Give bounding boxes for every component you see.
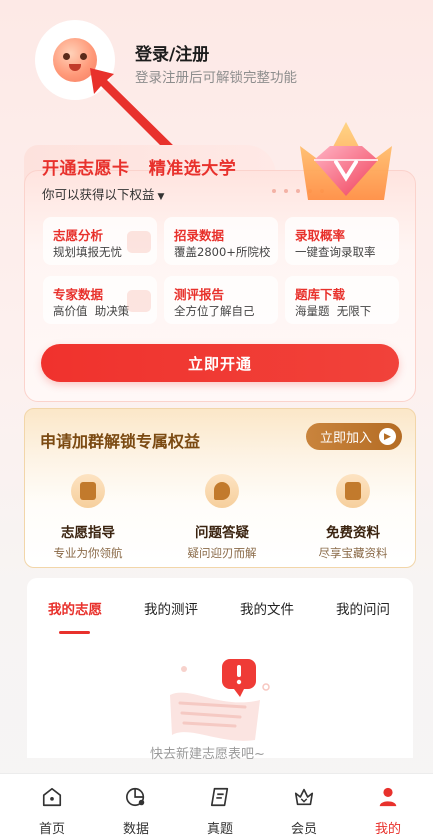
nav-item-vip[interactable]: 会员: [274, 774, 334, 840]
tab-my-questions[interactable]: 我的问问: [336, 598, 390, 618]
feature-expert-data[interactable]: 专家数据 高价值 助决策: [43, 276, 157, 324]
tab-active-indicator: [59, 631, 90, 634]
tab-my-files[interactable]: 我的文件: [240, 598, 294, 618]
vip-card-title: 开通志愿卡 精准选大学: [42, 159, 237, 179]
nav-item-data[interactable]: 数据: [106, 774, 166, 840]
join-group-button[interactable]: 立即加入 ▶: [306, 423, 402, 450]
perk-title: 志愿指导: [61, 525, 115, 541]
feature-title: 志愿分析: [53, 228, 104, 243]
nav-label: 会员: [290, 822, 317, 837]
exam-icon: [210, 787, 229, 807]
feature-volunteer-analysis[interactable]: 志愿分析 规划填报无忧: [43, 217, 157, 265]
feature-title: 专家数据: [53, 287, 104, 302]
nav-label: 首页: [38, 822, 65, 837]
open-vip-button[interactable]: 立即开通: [41, 344, 399, 382]
perk-desc: 疑问迎刃而解: [187, 546, 257, 560]
feature-admission-data[interactable]: 招录数据 覆盖2800+所院校: [164, 217, 278, 265]
nav-item-exam[interactable]: 真题: [190, 774, 250, 840]
feature-assessment-report[interactable]: 测评报告 全方位了解自己: [164, 276, 278, 324]
user-icon: [379, 787, 397, 807]
tab-my-assessment[interactable]: 我的测评: [144, 598, 198, 618]
feature-deco-icon: [127, 290, 151, 312]
feature-desc: 规划填报无忧: [53, 245, 122, 259]
join-group-label: 立即加入: [320, 431, 373, 446]
perk-volunteer-guidance[interactable]: 志愿指导 专业为你领航: [28, 474, 148, 561]
feature-desc: 全方位了解自己: [174, 304, 255, 318]
feature-desc: 海量题 无限下: [295, 304, 372, 318]
vip-crown-icon: [294, 788, 314, 806]
empty-list-illustration-icon: [170, 659, 270, 741]
nav-label: 我的: [374, 822, 401, 837]
group-card-title: 申请加群解锁专属权益: [40, 432, 201, 451]
vip-benefits-dropdown[interactable]: 你可以获得以下权益 ▼: [42, 184, 164, 203]
feature-desc: 一键查询录取率: [295, 245, 376, 259]
nav-label: 真题: [206, 822, 233, 837]
data-icon: [126, 787, 145, 807]
feature-question-bank-download[interactable]: 题库下载 海量题 无限下: [285, 276, 399, 324]
perk-free-materials[interactable]: 免费资料 尽享宝藏资料: [293, 474, 413, 561]
feature-title: 测评报告: [174, 287, 225, 302]
nav-label: 数据: [122, 822, 149, 837]
tab-my-volunteer[interactable]: 我的志愿: [48, 598, 102, 618]
nav-item-mine[interactable]: 我的: [358, 774, 418, 840]
home-icon: [42, 787, 62, 807]
feature-desc: 高价值 助决策: [53, 304, 130, 318]
bottom-nav: 首页 数据 真题 会员 我的: [0, 773, 433, 840]
feature-title: 题库下载: [295, 287, 346, 302]
vip-diamond-crown-icon: [300, 122, 392, 200]
perk-desc: 专业为你领航: [53, 546, 123, 560]
feature-title: 录取概率: [295, 228, 346, 243]
book-icon: [336, 474, 370, 508]
perk-title: 免费资料: [326, 525, 380, 541]
document-icon: [71, 474, 105, 508]
vip-benefits-label: 你可以获得以下权益: [42, 187, 155, 202]
feature-admission-probability[interactable]: 录取概率 一键查询录取率: [285, 217, 399, 265]
empty-state-text: 快去新建志愿表吧~: [150, 747, 265, 762]
question-chat-icon: [205, 474, 239, 508]
play-icon: ▶: [379, 428, 396, 445]
perk-question-answering[interactable]: 问题答疑 疑问迎刃而解: [162, 474, 282, 561]
feature-title: 招录数据: [174, 228, 225, 243]
nav-item-home[interactable]: 首页: [22, 774, 82, 840]
caret-down-icon: ▼: [157, 192, 165, 202]
feature-desc: 覆盖2800+所院校: [174, 245, 271, 259]
perk-desc: 尽享宝藏资料: [318, 546, 388, 560]
perk-title: 问题答疑: [195, 525, 249, 541]
feature-deco-icon: [127, 231, 151, 253]
